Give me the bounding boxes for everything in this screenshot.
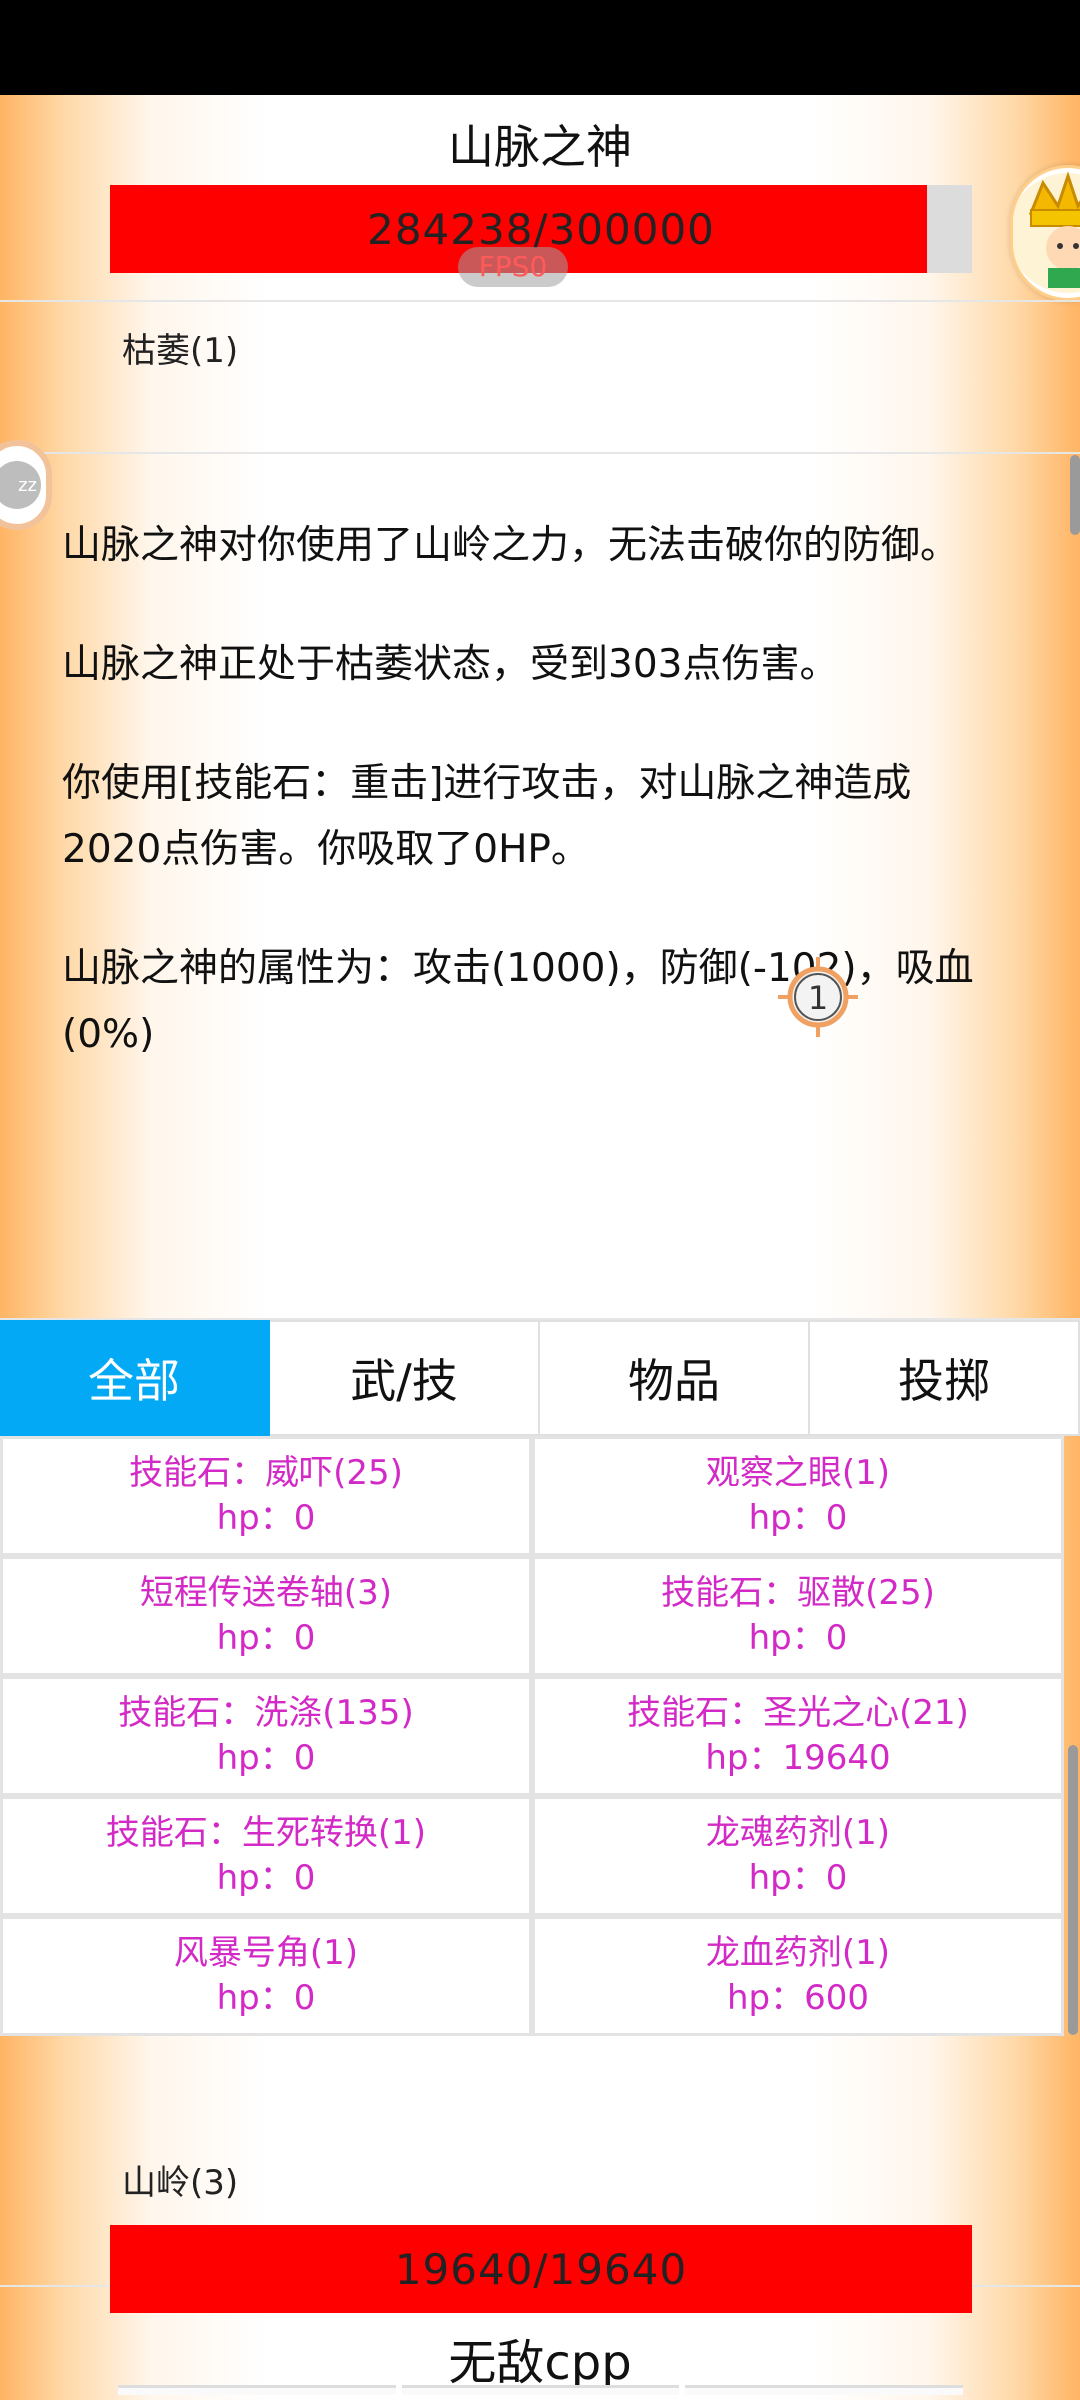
inventory-item[interactable]: 风暴号角(1) hp：0 (0, 1916, 532, 2036)
item-name: 龙魂药剂(1) (705, 1813, 891, 1853)
item-name: 风暴号角(1) (173, 1933, 359, 1973)
bottom-tab[interactable] (118, 2385, 396, 2395)
item-hp: hp：0 (216, 1858, 316, 1898)
avatar[interactable] (1010, 165, 1080, 301)
divider (0, 452, 1080, 454)
bottom-tab[interactable] (401, 2385, 680, 2395)
item-name: 技能石：驱散(25) (661, 1573, 935, 1613)
inventory-scrollbar[interactable] (1068, 1745, 1078, 2035)
battle-log: 山脉之神对你使用了山岭之力，无法击破你的防御。 山脉之神正处于枯萎状态，受到30… (62, 513, 1002, 1121)
crosshair-target-icon: 1 (778, 957, 858, 1037)
inventory-tabs: 全部 武/技 物品 投掷 (0, 1320, 1080, 1436)
battle-screen: 山脉之神 284238/300000 FPS0 枯萎(1) zz 山脉之神对你使… (0, 95, 1080, 2400)
item-name: 龙血药剂(1) (705, 1933, 891, 1973)
boss-name: 山脉之神 (448, 120, 632, 174)
log-scrollbar[interactable] (1070, 455, 1080, 535)
inventory-grid: 技能石：威吓(25) hp：0 观察之眼(1) hp：0 短程传送卷轴(3) hp：0… (0, 1436, 1064, 2036)
player-hp-text: 19640/19640 (394, 2244, 688, 2294)
tab-weapons-skills[interactable]: 武/技 (270, 1320, 540, 1436)
item-hp: hp：0 (216, 1738, 316, 1778)
boss-status-effects: 枯萎(1) (122, 331, 239, 371)
tab-throwables[interactable]: 投掷 (810, 1320, 1080, 1436)
tab-all[interactable]: 全部 (0, 1320, 270, 1436)
sleep-toggle[interactable]: zz (0, 440, 52, 530)
inventory-item[interactable]: 技能石：驱散(25) hp：0 (532, 1556, 1064, 1676)
item-name: 技能石：威吓(25) (129, 1453, 403, 1493)
item-hp: hp：0 (216, 1498, 316, 1538)
item-hp: hp：0 (748, 1618, 848, 1658)
item-name: 观察之眼(1) (705, 1453, 891, 1493)
item-name: 技能石：圣光之心(21) (627, 1693, 969, 1733)
fps-counter: FPS0 (458, 247, 568, 287)
item-name: 技能石：洗涤(135) (118, 1693, 414, 1733)
log-entry: 山脉之神对你使用了山岭之力，无法击破你的防御。 (62, 523, 960, 568)
inventory-item[interactable]: 技能石：生死转换(1) hp：0 (0, 1796, 532, 1916)
target-marker[interactable]: 1 (778, 957, 858, 1037)
bottom-tab[interactable] (685, 2385, 964, 2395)
target-marker-number: 1 (808, 979, 828, 1017)
bottom-tab-strip (118, 2385, 964, 2395)
log-entry: 你使用[技能石：重击]进行攻击，对山脉之神造成2020点伤害。你吸取了0HP。 (62, 761, 912, 872)
log-entry: 山脉之神的属性为：攻击(1000)，防御(-102)，吸血(0%) (62, 946, 974, 1057)
player-name: 无敌cpp (448, 2335, 632, 2391)
inventory-item[interactable]: 龙血药剂(1) hp：600 (532, 1916, 1064, 2036)
log-entry: 山脉之神正处于枯萎状态，受到303点伤害。 (62, 642, 839, 687)
item-hp: hp：0 (748, 1858, 848, 1898)
inventory-item[interactable]: 技能石：威吓(25) hp：0 (0, 1436, 532, 1556)
item-hp: hp：19640 (705, 1738, 891, 1778)
player-hp-bar: 19640/19640 (110, 2225, 972, 2313)
inventory-item[interactable]: 技能石：圣光之心(21) hp：19640 (532, 1676, 1064, 1796)
crowned-character-avatar-icon (1013, 171, 1080, 293)
item-name: 短程传送卷轴(3) (139, 1573, 393, 1613)
item-hp: hp：600 (726, 1978, 870, 2018)
item-name: 技能石：生死转换(1) (105, 1813, 427, 1853)
divider (0, 300, 1080, 302)
item-hp: hp：0 (748, 1498, 848, 1538)
player-status-effects: 山岭(3) (122, 2163, 239, 2203)
inventory-item[interactable]: 龙魂药剂(1) hp：0 (532, 1796, 1064, 1916)
inventory-item[interactable]: 技能石：洗涤(135) hp：0 (0, 1676, 532, 1796)
item-hp: hp：0 (216, 1618, 316, 1658)
item-hp: hp：0 (216, 1978, 316, 2018)
inventory-item[interactable]: 短程传送卷轴(3) hp：0 (0, 1556, 532, 1676)
tab-items[interactable]: 物品 (540, 1320, 810, 1436)
zz-sleep-icon: zz (0, 461, 41, 509)
inventory-item[interactable]: 观察之眼(1) hp：0 (532, 1436, 1064, 1556)
